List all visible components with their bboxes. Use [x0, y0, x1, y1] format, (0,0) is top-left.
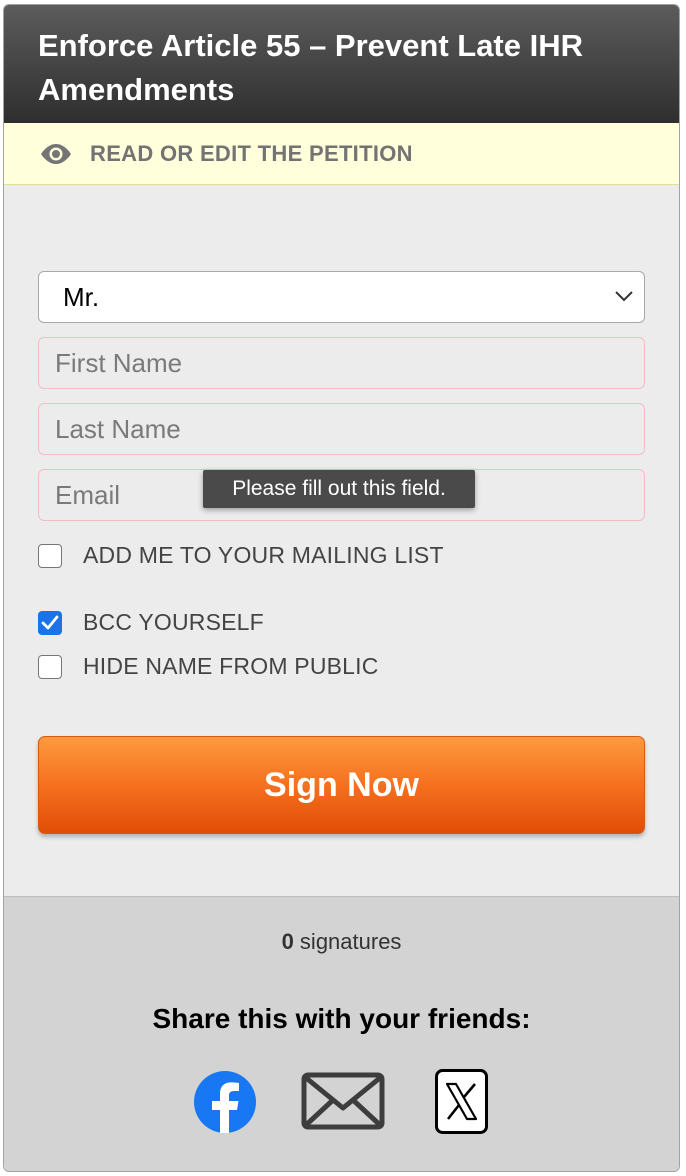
checkmark-icon — [41, 615, 59, 629]
share-icons — [4, 1068, 679, 1138]
facebook-icon[interactable] — [193, 1070, 257, 1134]
petition-title: Enforce Article 55 – Prevent Late IHR Am… — [38, 28, 583, 107]
mailing-list-label: ADD ME TO YOUR MAILING LIST — [83, 542, 444, 568]
hide-name-label: HIDE NAME FROM PUBLIC — [83, 653, 379, 679]
last-name-input[interactable] — [38, 403, 645, 455]
sign-now-button[interactable]: Sign Now — [38, 736, 645, 834]
eye-icon — [41, 143, 71, 164]
read-edit-label: READ OR EDIT THE PETITION — [90, 140, 413, 166]
first-name-input[interactable] — [38, 337, 645, 389]
salutation-value: Mr. — [63, 281, 100, 312]
x-icon[interactable] — [435, 1069, 488, 1134]
share-heading: Share this with your friends: — [152, 1003, 531, 1034]
read-edit-petition-link[interactable]: READ OR EDIT THE PETITION — [4, 123, 679, 185]
hide-name-checkbox-row[interactable]: HIDE NAME FROM PUBLIC — [38, 653, 379, 680]
petition-widget: Enforce Article 55 – Prevent Late IHR Am… — [3, 4, 680, 1172]
bcc-yourself-label: BCC YOURSELF — [83, 609, 264, 635]
petition-footer: 0 signatures Share this with your friend… — [4, 896, 679, 1171]
petition-header: Enforce Article 55 – Prevent Late IHR Am… — [4, 5, 679, 123]
signature-count-suffix: signatures — [293, 929, 402, 954]
salutation-select[interactable]: Mr. — [38, 271, 645, 323]
email-icon[interactable] — [301, 1072, 385, 1130]
bcc-yourself-checkbox[interactable] — [38, 610, 62, 635]
hide-name-checkbox[interactable] — [38, 654, 62, 679]
chevron-down-icon — [615, 291, 633, 302]
validation-tooltip: Please fill out this field. — [203, 470, 475, 508]
signature-form: Mr. Please fill out this field. ADD ME T… — [4, 185, 679, 896]
signature-count: 0 signatures — [4, 929, 679, 955]
mailing-list-checkbox[interactable] — [38, 543, 62, 568]
signature-count-number: 0 — [281, 929, 294, 954]
mailing-list-checkbox-row[interactable]: ADD ME TO YOUR MAILING LIST — [38, 542, 444, 569]
bcc-yourself-checkbox-row[interactable]: BCC YOURSELF — [38, 609, 264, 636]
